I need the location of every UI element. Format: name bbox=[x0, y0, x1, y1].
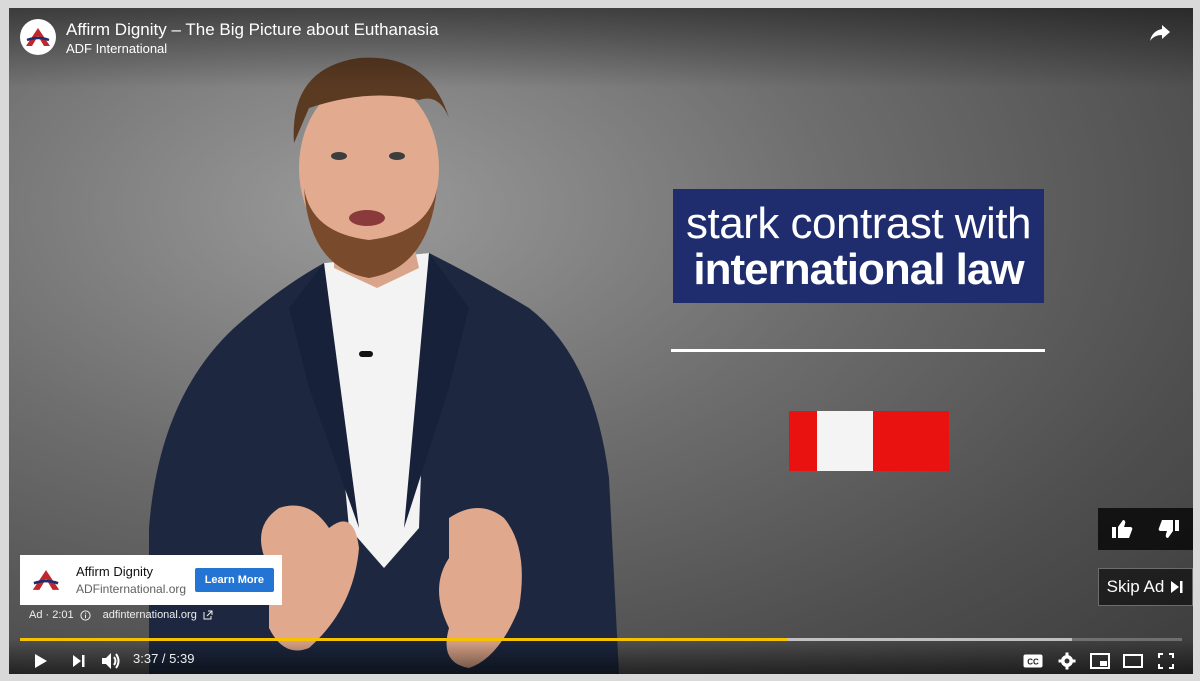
share-icon bbox=[1150, 25, 1170, 41]
adf-logo-icon bbox=[26, 28, 50, 46]
flag-stripe-left bbox=[789, 411, 817, 471]
caption-line-2: international law bbox=[693, 245, 1024, 294]
miniplayer-button[interactable] bbox=[1086, 649, 1114, 673]
volume-button[interactable] bbox=[97, 649, 125, 673]
progress-played bbox=[20, 638, 787, 641]
page-frame: Affirm Dignity – The Big Picture about E… bbox=[0, 0, 1200, 681]
ad-badge: Ad · 2:01 bbox=[29, 609, 74, 621]
caption-box: stark contrast with international law bbox=[673, 189, 1044, 303]
ad-title: Affirm Dignity bbox=[76, 564, 154, 579]
ad-card[interactable]: Affirm Dignity ADFinternational.org Lear… bbox=[20, 555, 282, 605]
miniplayer-icon bbox=[1090, 653, 1110, 669]
play-icon bbox=[35, 654, 47, 668]
channel-name[interactable]: ADF International bbox=[66, 41, 167, 56]
svg-text:CC: CC bbox=[1027, 658, 1039, 667]
next-button[interactable] bbox=[65, 649, 93, 673]
info-icon[interactable] bbox=[80, 609, 91, 621]
flag-graphic bbox=[789, 411, 949, 471]
ad-logo bbox=[24, 558, 68, 602]
thumbs-up-icon bbox=[1111, 520, 1133, 538]
volume-icon bbox=[102, 653, 120, 669]
play-button[interactable] bbox=[27, 649, 55, 673]
theater-icon bbox=[1123, 654, 1143, 668]
share-button[interactable] bbox=[1145, 20, 1175, 46]
like-button[interactable] bbox=[1111, 519, 1133, 539]
caption-line-1: stark contrast with bbox=[685, 199, 1032, 248]
skip-next-icon bbox=[73, 655, 85, 667]
skip-ad-label: Skip Ad bbox=[1106, 577, 1165, 596]
settings-button[interactable] bbox=[1053, 649, 1081, 673]
external-link-icon bbox=[203, 610, 213, 620]
video-title[interactable]: Affirm Dignity – The Big Picture about E… bbox=[66, 20, 439, 40]
learn-more-button[interactable]: Learn More bbox=[194, 568, 274, 592]
caption-divider bbox=[671, 349, 1045, 352]
gear-icon bbox=[1058, 652, 1076, 670]
flag-stripe-right bbox=[873, 411, 949, 471]
time-display: 3:37 / 5:39 bbox=[133, 651, 195, 666]
adf-logo-icon bbox=[32, 570, 60, 590]
channel-avatar[interactable] bbox=[20, 19, 56, 55]
theater-mode-button[interactable] bbox=[1119, 649, 1147, 673]
video-player[interactable]: Affirm Dignity – The Big Picture about E… bbox=[9, 8, 1193, 674]
captions-icon: CC bbox=[1023, 654, 1043, 668]
ad-meta: Ad · 2:01 adfinternational.org bbox=[29, 609, 213, 621]
fullscreen-button[interactable] bbox=[1152, 649, 1180, 673]
progress-bar[interactable] bbox=[20, 638, 1182, 641]
ad-domain-link[interactable]: adfinternational.org bbox=[103, 609, 197, 621]
rating-box bbox=[1098, 508, 1193, 550]
ad-text: Affirm Dignity ADFinternational.org bbox=[76, 564, 195, 596]
skip-ad-button[interactable]: Skip Ad bbox=[1098, 568, 1193, 606]
captions-button[interactable]: CC bbox=[1019, 649, 1047, 673]
ad-url: ADFinternational.org bbox=[76, 582, 187, 596]
fullscreen-icon bbox=[1158, 653, 1174, 669]
flag-stripe-center bbox=[817, 411, 873, 471]
dislike-button[interactable] bbox=[1158, 519, 1180, 539]
thumbs-down-icon bbox=[1158, 520, 1180, 538]
skip-next-icon bbox=[1171, 581, 1183, 593]
